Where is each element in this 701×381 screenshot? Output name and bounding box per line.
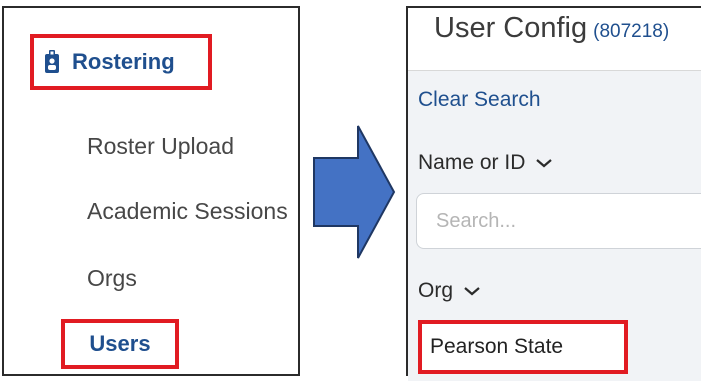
search-input[interactable]	[416, 193, 701, 249]
page-title: User Config (807218)	[434, 12, 669, 45]
org-select[interactable]: Pearson State	[418, 320, 628, 374]
sidebar-item-roster-upload[interactable]: Roster Upload	[87, 133, 234, 160]
chevron-down-icon	[535, 157, 553, 169]
sidebar-panel: Rostering Roster Upload Academic Session…	[2, 6, 300, 376]
name-filter-label: Name or ID	[418, 151, 526, 174]
clear-search-link[interactable]: Clear Search	[418, 88, 541, 112]
sidebar-section-label: Rostering	[72, 49, 175, 74]
badge-icon	[44, 49, 60, 75]
chevron-down-icon	[463, 285, 481, 297]
page-title-text: User Config	[434, 12, 588, 44]
page-id: (807218)	[593, 21, 670, 42]
page-header: User Config (807218)	[408, 8, 701, 71]
sidebar-item-users[interactable]: Users	[61, 319, 179, 369]
org-filter-toggle[interactable]: Org	[418, 279, 481, 303]
sidebar-item-academic-sessions[interactable]: Academic Sessions	[87, 198, 288, 225]
org-selected-value: Pearson State	[430, 335, 564, 358]
org-filter-label: Org	[418, 279, 454, 302]
user-config-panel: User Config (807218) Clear Search Name or…	[406, 6, 701, 381]
sidebar-item-orgs[interactable]: Orgs	[87, 265, 137, 292]
right-arrow-icon	[310, 122, 398, 267]
sidebar-section-rostering[interactable]: Rostering	[30, 34, 212, 90]
filter-panel: Clear Search Name or ID Org Pearson Stat…	[408, 71, 701, 381]
name-filter-toggle[interactable]: Name or ID	[418, 151, 553, 175]
sidebar-item-users-label: Users	[89, 331, 151, 356]
